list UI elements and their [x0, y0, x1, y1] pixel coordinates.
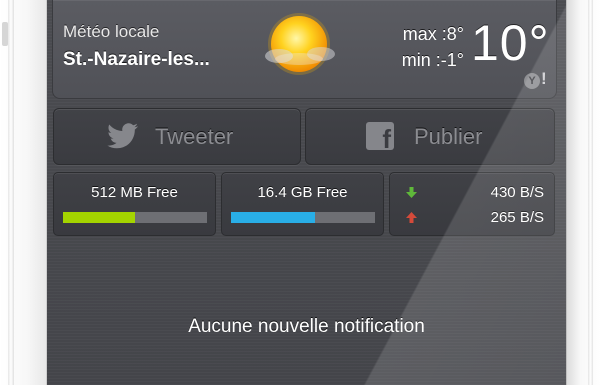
download-arrow-icon: [406, 187, 417, 198]
memory-bar: [63, 212, 207, 223]
tweet-label: Tweeter: [155, 124, 234, 149]
download-speed: 430 B/S: [490, 184, 544, 201]
publish-button[interactable]: f Publier: [305, 108, 555, 165]
memory-bar-fill: [63, 212, 135, 223]
facebook-icon: f: [366, 122, 394, 150]
download-row: 430 B/S: [390, 184, 554, 202]
notification-center: Météo locale St.-Nazaire-les... max :8° …: [47, 0, 566, 385]
weather-max-temp: max :8°: [402, 24, 464, 44]
network-widget[interactable]: 430 B/S 265 B/S: [389, 172, 555, 236]
phone-frame-left: [0, 0, 47, 385]
memory-widget[interactable]: 512 MB Free: [53, 172, 216, 236]
yahoo-exclamation: !: [541, 69, 547, 88]
phone-side-button: [2, 22, 8, 46]
weather-city: St.-Nazaire-les...: [63, 49, 210, 70]
phone-frame-right: [566, 0, 600, 385]
disk-bar: [231, 212, 375, 223]
upload-speed: 265 B/S: [490, 209, 544, 226]
phone-frame-left-edge: [8, 0, 14, 385]
upload-arrow-icon: [406, 212, 417, 223]
disk-bar-fill: [231, 212, 315, 223]
memory-free-label: 512 MB Free: [91, 184, 178, 201]
tweet-button[interactable]: Tweeter: [53, 108, 301, 165]
weather-min-temp: min :-1°: [401, 50, 464, 70]
publish-label: Publier: [414, 124, 483, 149]
weather-widget[interactable]: Météo locale St.-Nazaire-les... max :8° …: [52, 0, 557, 99]
twitter-bird-icon: [107, 123, 138, 149]
yahoo-badge: Y: [524, 73, 540, 89]
sun-with-clouds-icon: [265, 13, 335, 75]
disk-widget[interactable]: 16.4 GB Free: [221, 172, 384, 236]
upload-row: 265 B/S: [390, 209, 554, 227]
phone-frame-right-edge: [588, 0, 593, 385]
no-notifications-message: Aucune nouvelle notification: [188, 316, 425, 337]
weather-current-temp: 10°: [471, 15, 550, 71]
disk-free-label: 16.4 GB Free: [257, 184, 348, 201]
weather-location-label: Météo locale: [63, 22, 160, 41]
